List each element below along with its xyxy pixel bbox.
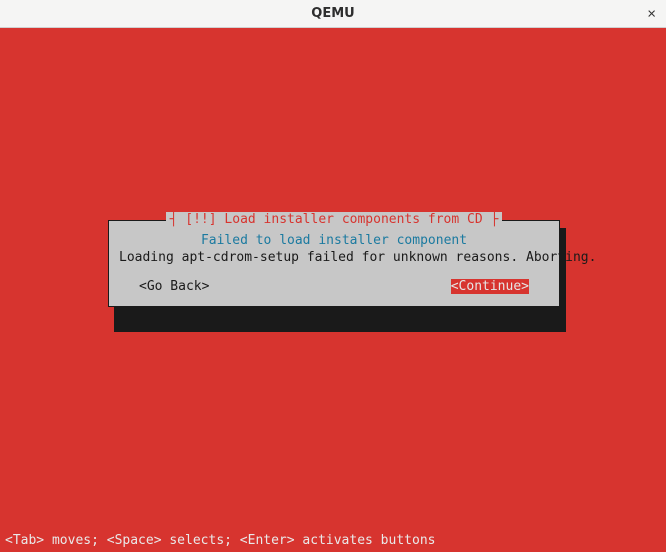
- help-bar: <Tab> moves; <Space> selects; <Enter> ac…: [5, 533, 435, 548]
- window-title: QEMU: [311, 6, 354, 21]
- titlebar: QEMU ×: [0, 0, 666, 28]
- terminal-inner: ┤ [!!] Load installer components from CD…: [2, 30, 664, 550]
- terminal-area: ┤ [!!] Load installer components from CD…: [0, 28, 666, 552]
- error-dialog: ┤ [!!] Load installer components from CD…: [108, 220, 560, 307]
- dialog-title-wrapper: ┤ [!!] Load installer components from CD…: [119, 212, 549, 227]
- continue-button[interactable]: <Continue>: [451, 279, 529, 294]
- dialog-buttons: <Go Back> <Continue>: [119, 279, 549, 296]
- dialog-title: ┤ [!!] Load installer components from CD…: [166, 212, 503, 227]
- dialog-message: Loading apt-cdrom-setup failed for unkno…: [119, 250, 549, 265]
- dialog-subtitle: Failed to load installer component: [119, 233, 549, 248]
- go-back-button[interactable]: <Go Back>: [139, 279, 209, 294]
- close-icon[interactable]: ×: [647, 6, 656, 21]
